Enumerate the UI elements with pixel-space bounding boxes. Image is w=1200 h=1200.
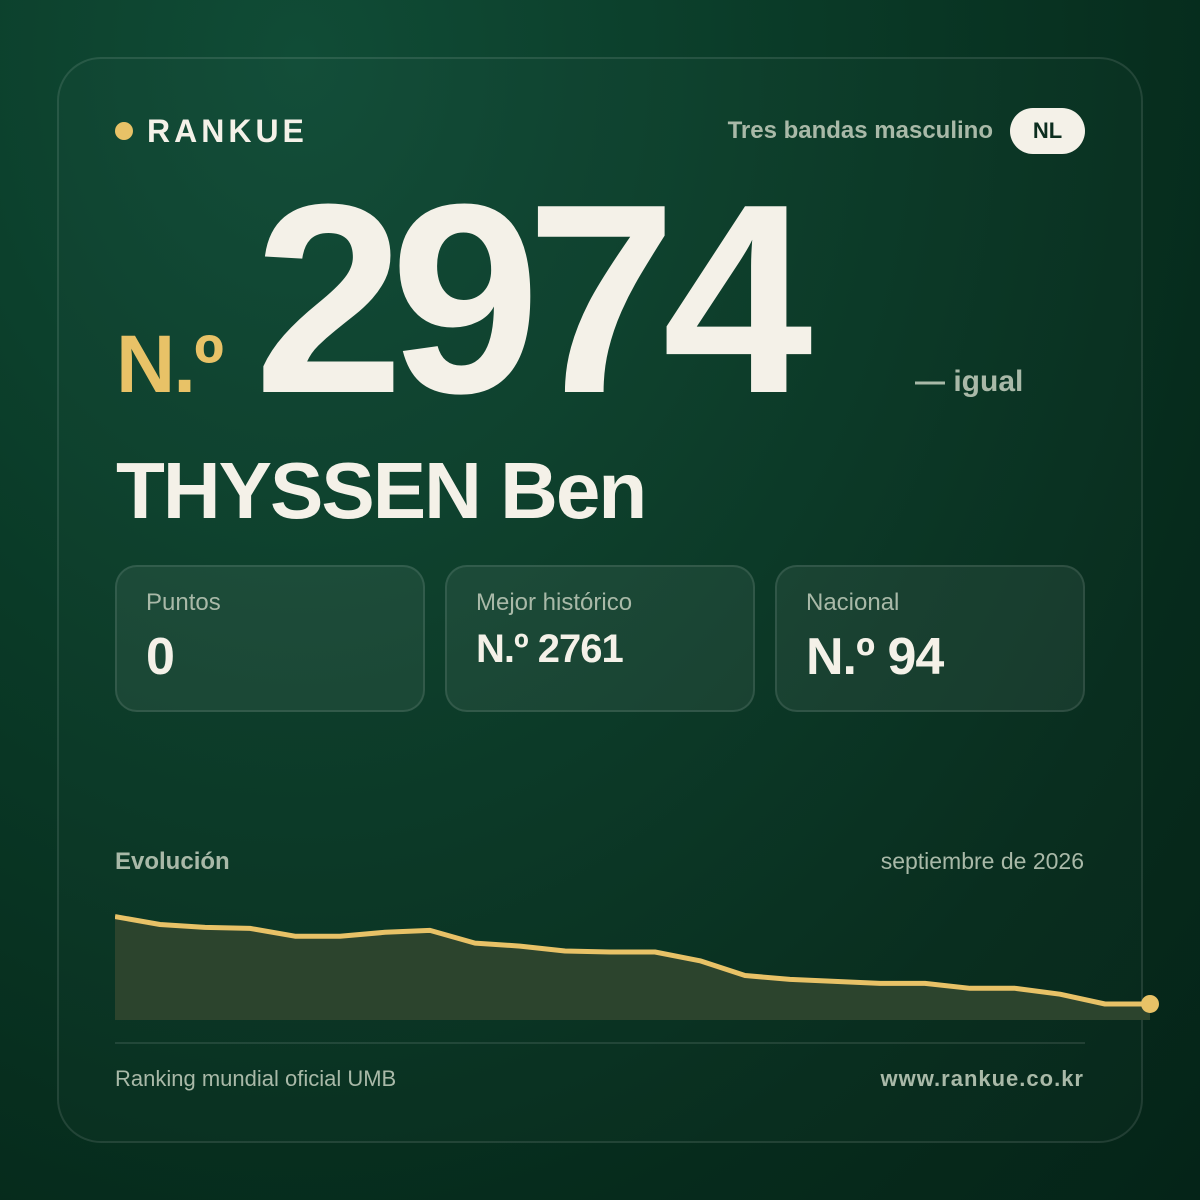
evolution-title: Evolución bbox=[115, 848, 230, 875]
stat-label: Mejor histórico bbox=[476, 589, 633, 616]
stat-value: N.º 2761 bbox=[476, 627, 624, 671]
footer-source: Ranking mundial oficial UMB bbox=[115, 1066, 397, 1091]
evolution-date: septiembre de 2026 bbox=[880, 848, 1084, 874]
brand-dot-icon bbox=[115, 122, 133, 140]
chart-latest-point bbox=[1141, 994, 1159, 1013]
player-name: THYSSEN Ben bbox=[116, 446, 647, 535]
stat-value: 0 bbox=[146, 628, 175, 686]
stat-label: Puntos bbox=[146, 589, 221, 616]
stat-label: Nacional bbox=[806, 589, 900, 616]
evolution-chart bbox=[115, 914, 1159, 1020]
stat-card-points: Puntos 0 bbox=[115, 565, 425, 712]
brand: RANKUE bbox=[115, 112, 308, 150]
country-badge: NL bbox=[1010, 108, 1085, 154]
footer-divider bbox=[115, 1042, 1085, 1044]
brand-name: RANKUE bbox=[147, 112, 308, 149]
rank-prefix: N.º bbox=[116, 319, 224, 410]
category-label: Tres bandas masculino bbox=[727, 117, 993, 144]
rank-value: 2974 bbox=[254, 149, 813, 450]
stat-card-best: Mejor histórico N.º 2761 bbox=[445, 565, 755, 712]
stat-value: N.º 94 bbox=[806, 628, 944, 686]
footer-website: www.rankue.co.kr bbox=[880, 1066, 1084, 1091]
stat-card-national: Nacional N.º 94 bbox=[775, 565, 1085, 712]
rank-change: — igual bbox=[915, 365, 1024, 398]
